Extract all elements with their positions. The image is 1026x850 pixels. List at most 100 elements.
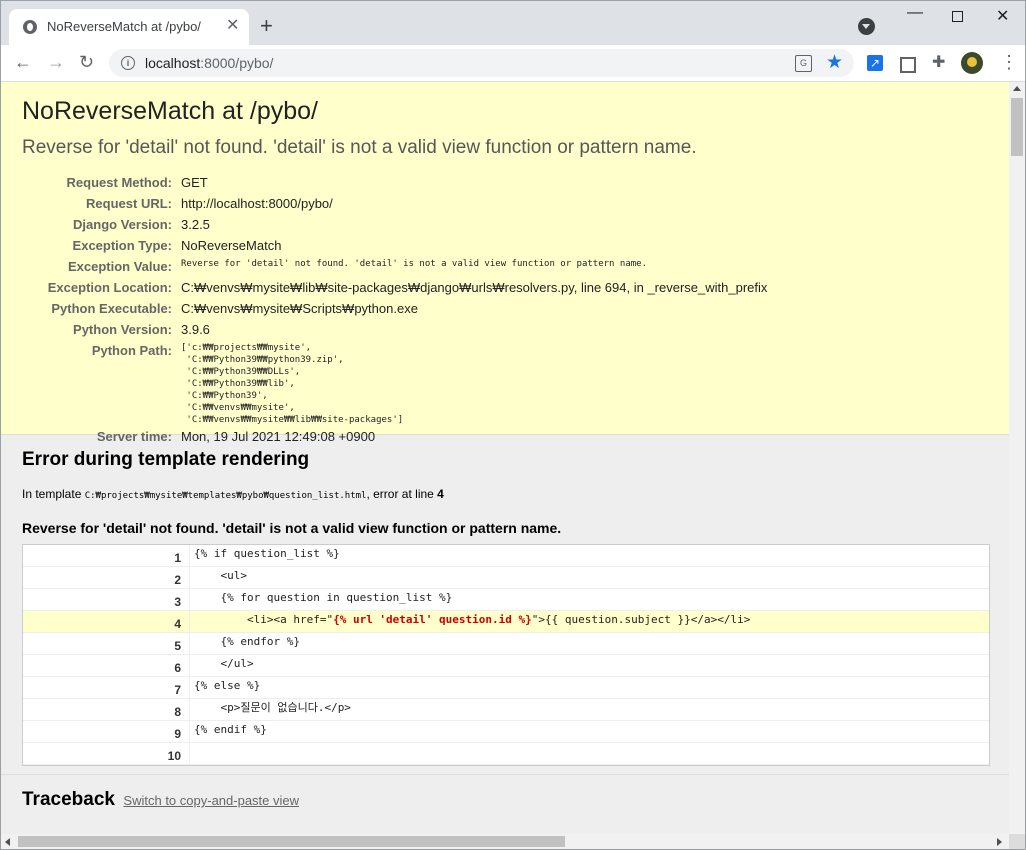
url-host: localhost: [145, 55, 201, 71]
line-number: 3: [174, 595, 181, 609]
meta-value: NoReverseMatch: [181, 238, 282, 253]
horizontal-scroll-thumb[interactable]: [18, 836, 565, 847]
tab-search-icon[interactable]: [858, 18, 875, 35]
meta-value: GET: [181, 175, 208, 190]
scroll-up-icon[interactable]: [1013, 86, 1021, 91]
line-number: 4: [174, 617, 181, 631]
error-message: Reverse for 'detail' not found. 'detail'…: [22, 137, 697, 158]
line-source: {% endfor %}: [189, 633, 989, 654]
template-source: 1 {% if question_list %} 2 <ul> 3 {% for qu…: [22, 544, 990, 766]
error-at-label: , error at line: [366, 487, 438, 501]
line-number: 5: [174, 639, 181, 653]
minimize-button[interactable]: —: [907, 5, 923, 21]
meta-label: Python Version:: [73, 322, 172, 337]
line-source: {% endif %}: [189, 721, 989, 742]
line-source: {% if question_list %}: [189, 545, 989, 566]
template-error-section: Error during template rendering In templ…: [1, 435, 1009, 775]
meta-label: Python Executable:: [51, 301, 172, 316]
horizontal-scrollbar[interactable]: [1, 834, 1009, 849]
address-bar[interactable]: i localhost:8000/pybo/ G ★: [109, 49, 854, 77]
new-tab-button[interactable]: +: [260, 15, 273, 37]
meta-value: C:₩venvs₩mysite₩lib₩site-packages₩django…: [181, 280, 768, 295]
line-source: <li><a href="{% url 'detail' question.id…: [189, 611, 989, 632]
code-line: 4 <li><a href="{% url 'detail' question.…: [23, 611, 989, 633]
active-tab[interactable]: NoReverseMatch at /pybo/ ✕: [9, 9, 249, 45]
meta-row: Exception Value: Reverse for 'detail' not…: [22, 256, 767, 277]
browser-window: NoReverseMatch at /pybo/ ✕ + — ✕ ← → ↻ i…: [0, 0, 1026, 850]
code-line: 6 </ul>: [23, 655, 989, 677]
meta-row: Python Path: ['c:₩₩projects₩₩mysite', 'C:…: [22, 340, 767, 426]
meta-row: Exception Location: C:₩venvs₩mysite₩lib₩s…: [22, 277, 768, 298]
meta-label: Exception Type:: [72, 238, 172, 253]
line-source: [189, 743, 989, 764]
traceback-section: Traceback Switch to copy-and-paste view: [1, 775, 1009, 811]
line-source: {% for question in question_list %}: [189, 589, 989, 610]
code-line: 10: [23, 743, 989, 765]
source-fragment: <li><a href=": [194, 613, 334, 626]
page-title: NoReverseMatch at /pybo/: [22, 97, 318, 125]
meta-row: Request URL: http://localhost:8000/pybo/: [22, 193, 767, 214]
meta-row: Python Executable: C:₩venvs₩mysite₩Script…: [22, 298, 767, 319]
profile-avatar[interactable]: [961, 52, 983, 74]
forward-icon[interactable]: →: [47, 51, 65, 73]
template-heading: Error during template rendering: [22, 449, 310, 470]
tab-strip: NoReverseMatch at /pybo/ ✕ + — ✕: [1, 1, 1025, 45]
meta-value: http://localhost:8000/pybo/: [181, 196, 333, 211]
meta-label: Request Method:: [66, 175, 172, 190]
line-number: 7: [174, 683, 181, 697]
source-fragment: ">{{ question.subject }}</a></li>: [531, 613, 751, 626]
code-line: 2 <ul>: [23, 567, 989, 589]
globe-icon: [23, 20, 37, 34]
line-source: <p>질문이 없습니다.</p>: [189, 699, 989, 720]
error-summary: NoReverseMatch at /pybo/ Reverse for 'de…: [1, 82, 1009, 444]
line-source: <ul>: [189, 567, 989, 588]
translate-icon[interactable]: G: [795, 55, 812, 72]
url-text[interactable]: localhost:8000/pybo/: [145, 55, 273, 71]
tab-title: NoReverseMatch at /pybo/: [47, 19, 201, 34]
code-line: 8 <p>질문이 없습니다.</p>: [23, 699, 989, 721]
meta-row: Exception Type: NoReverseMatch: [22, 235, 767, 256]
meta-row: Django Version: 3.2.5: [22, 214, 767, 235]
url-path: :8000/pybo/: [200, 55, 274, 71]
back-icon[interactable]: ←: [14, 51, 32, 73]
line-source: {% else %}: [189, 677, 989, 698]
meta-label: Exception Value:: [67, 259, 172, 274]
switch-view-link[interactable]: Switch to copy-and-paste view: [123, 793, 299, 808]
page-viewport: NoReverseMatch at /pybo/ Reverse for 'de…: [1, 82, 1009, 834]
meta-label: Python Path:: [91, 343, 172, 358]
meta-row: Python Version: 3.9.6: [22, 319, 767, 340]
browser-menu-icon[interactable]: ⋮: [1000, 53, 1018, 71]
template-error-message: Reverse for 'detail' not found. 'detail'…: [22, 520, 562, 536]
close-window-button[interactable]: ✕: [996, 9, 1009, 25]
reload-icon[interactable]: ↻: [79, 51, 94, 73]
line-number: 8: [174, 705, 181, 719]
template-location: In template C:₩projects₩mysite₩templates…: [22, 487, 1009, 501]
line-number: 2: [174, 573, 181, 587]
meta-row: Request Method: GET: [22, 172, 767, 193]
meta-value: 3.2.5: [181, 217, 210, 232]
extension-arrow-icon[interactable]: ↗: [867, 55, 883, 71]
in-template-label: In template: [22, 487, 85, 501]
maximize-button[interactable]: [952, 11, 963, 22]
meta-value: ['c:₩₩projects₩₩mysite', 'C:₩₩Python39₩₩…: [181, 343, 404, 425]
line-number: 1: [174, 551, 181, 565]
extensions-puzzle-icon[interactable]: ✚: [932, 55, 948, 71]
code-line: 1 {% if question_list %}: [23, 545, 989, 567]
vertical-scroll-thumb[interactable]: [1011, 98, 1023, 156]
site-info-icon[interactable]: i: [121, 56, 135, 70]
traceback-heading: Traceback: [22, 789, 115, 810]
code-line: 7 {% else %}: [23, 677, 989, 699]
tab-close-icon[interactable]: ✕: [226, 17, 239, 35]
request-meta-table: Request Method: GET Request URL: http://loc…: [22, 172, 768, 447]
vertical-scrollbar[interactable]: [1009, 82, 1025, 834]
code-line: 5 {% endfor %}: [23, 633, 989, 655]
bookmark-star-icon[interactable]: ★: [826, 51, 843, 74]
browser-toolbar: ← → ↻ i localhost:8000/pybo/ G ★ ↗ ✚ ⋮: [1, 45, 1025, 82]
screenshot-extension-icon[interactable]: [900, 57, 916, 73]
code-line: 3 {% for question in question_list %}: [23, 589, 989, 611]
scroll-left-icon[interactable]: [5, 838, 10, 846]
template-path: C:₩projects₩mysite₩templates₩pybo₩questi…: [84, 491, 367, 501]
scroll-right-icon[interactable]: [997, 838, 1002, 846]
line-number: 10: [167, 749, 181, 763]
meta-label: Request URL:: [86, 196, 172, 211]
